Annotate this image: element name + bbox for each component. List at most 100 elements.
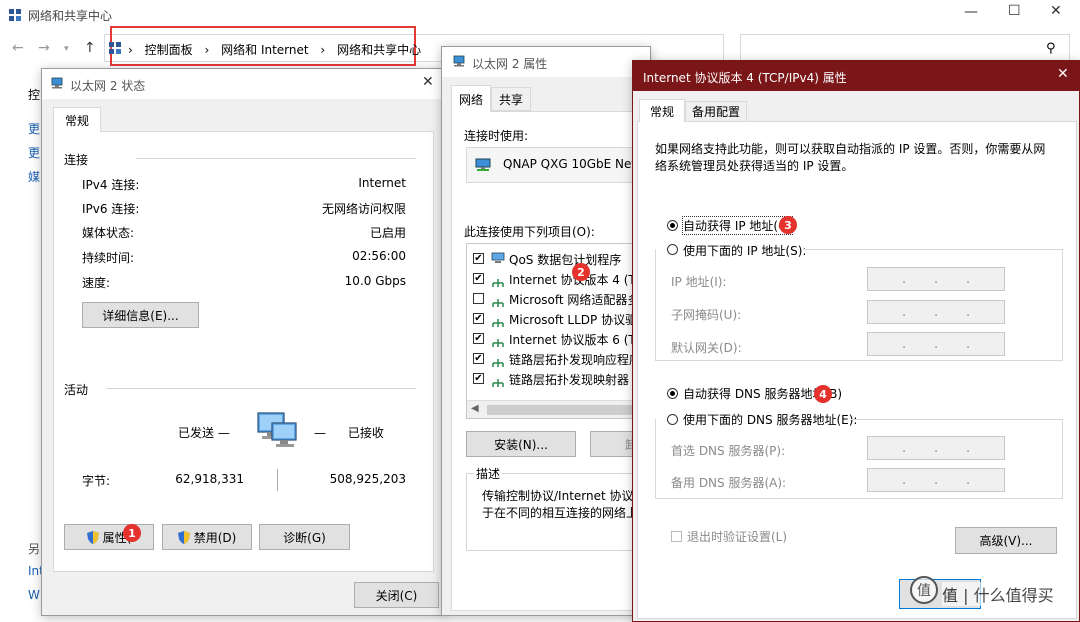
validate-label[interactable]: 退出时验证设置(L) <box>687 528 787 545</box>
item-checkbox[interactable]: ✔ <box>473 353 484 364</box>
install-button[interactable]: 安装(N)... <box>466 431 576 457</box>
advanced-button[interactable]: 高级(V)... <box>955 527 1057 554</box>
network-properties-icon <box>452 55 466 67</box>
gateway-field[interactable]: ... <box>867 332 1005 356</box>
alternate-dns-field[interactable]: ... <box>867 468 1005 492</box>
protocol-icon <box>491 376 505 387</box>
tab-sharing[interactable]: 共享 <box>491 87 531 111</box>
adapter-icon <box>475 158 491 172</box>
manual-ip-divider <box>803 249 1063 250</box>
list-item[interactable]: ✔ 链路层拓扑发现映射器 I/ <box>473 370 651 388</box>
items-label: 此连接使用下列项目(O): <box>464 225 595 239</box>
sent-label-text: 已发送 <box>178 426 215 440</box>
duration-value: 02:56:00 <box>352 249 406 263</box>
watermark-text: 值 | 什么值得买 <box>942 582 1054 606</box>
validate-checkbox[interactable] <box>671 531 682 542</box>
tab-alternate-config[interactable]: 备用配置 <box>685 101 747 122</box>
breadcrumb-item-network-internet[interactable]: 网络和 Internet <box>221 43 308 57</box>
item-label: Microsoft LLDP 协议驱 <box>509 313 638 327</box>
protocol-icon <box>491 316 505 327</box>
search-box[interactable] <box>740 34 1070 62</box>
close-button-label: 关闭(C) <box>375 588 418 603</box>
disable-button-label: 禁用(D) <box>193 530 237 545</box>
watermark-logo: 值 <box>910 576 938 604</box>
list-item[interactable]: ✔ Microsoft LLDP 协议驱 <box>473 310 651 328</box>
left-pane-fragment: 另 <box>28 542 41 556</box>
adapter-box: QNAP QXG 10GbE Netv <box>466 147 652 183</box>
status-dialog: 以太网 2 状态 ✕ 常规 连接 IPv4 连接: Internet IPv6 … <box>41 68 445 616</box>
minimize-button[interactable]: — <box>964 4 978 20</box>
breadcrumb-separator: › <box>320 43 326 57</box>
auto-ip-radio[interactable] <box>667 220 678 231</box>
protocol-icon <box>491 356 505 367</box>
subnet-mask-field[interactable]: ... <box>867 300 1005 324</box>
ipv4-titlebar: Internet 协议版本 4 (TCP/IPv4) 属性 ✕ <box>633 61 1079 91</box>
breadcrumb-separator: › <box>204 43 210 57</box>
item-checkbox[interactable]: ✔ <box>473 313 484 324</box>
back-button[interactable]: ← <box>12 40 24 56</box>
close-button[interactable]: 关闭(C) <box>354 582 439 608</box>
left-pane-fragment[interactable]: 更 <box>28 120 40 137</box>
ipv4-dialog-title: Internet 协议版本 4 (TCP/IPv4) 属性 <box>643 71 847 85</box>
shield-icon <box>86 530 99 544</box>
search-icon[interactable]: ⚲ <box>1046 41 1056 56</box>
list-item[interactable]: ✔ QoS 数据包计划程序 <box>473 250 651 268</box>
ip-address-field[interactable]: ... <box>867 267 1005 291</box>
properties-button[interactable]: 属性( <box>64 524 154 550</box>
ipv4-close-icon[interactable]: ✕ <box>1057 66 1069 82</box>
close-window-button[interactable]: ✕ <box>1050 3 1062 19</box>
adapter-name: QNAP QXG 10GbE Netv <box>503 157 644 171</box>
disable-button[interactable]: 禁用(D) <box>162 524 252 550</box>
item-checkbox[interactable] <box>473 293 484 304</box>
gateway-label: 默认网关(D): <box>671 341 742 355</box>
bytes-received-value: 508,925,203 <box>329 472 406 486</box>
preferred-dns-field[interactable]: ... <box>867 436 1005 460</box>
preferred-dns-label: 首选 DNS 服务器(P): <box>671 444 786 458</box>
recent-dropdown-icon[interactable]: ▾ <box>64 44 69 54</box>
list-item[interactable]: ✔ Internet 协议版本 4 (TC <box>473 270 651 288</box>
description-text-2: 于在不同的相互连接的网络上 <box>482 506 639 520</box>
step-badge-2: 2 <box>572 263 590 281</box>
horizontal-scrollbar[interactable]: ◀ <box>467 400 651 418</box>
activity-divider <box>106 388 416 389</box>
alternate-dns-label: 备用 DNS 服务器(A): <box>671 476 787 490</box>
subnet-mask-label: 子网掩码(U): <box>671 308 742 322</box>
tab-ipv4-general[interactable]: 常规 <box>639 99 685 122</box>
list-item[interactable]: Microsoft 网络适配器多 <box>473 290 651 308</box>
item-checkbox[interactable]: ✔ <box>473 273 484 284</box>
item-checkbox[interactable]: ✔ <box>473 253 484 264</box>
scroll-left-icon[interactable]: ◀ <box>471 403 479 414</box>
scroll-thumb[interactable] <box>487 405 637 415</box>
item-checkbox[interactable]: ✔ <box>473 333 484 344</box>
breadcrumb-item-control-panel[interactable]: 控制面板 <box>145 43 193 57</box>
up-button[interactable]: ↑ <box>84 40 96 56</box>
ipv6-value: 无网络访问权限 <box>321 202 406 216</box>
breadcrumb-item-network-sharing[interactable]: 网络和共享中心 <box>337 43 421 57</box>
tab-sharing-label: 共享 <box>498 92 523 107</box>
item-checkbox[interactable]: ✔ <box>473 373 484 384</box>
bytes-label: 字节: <box>82 474 111 488</box>
protocol-icon <box>491 276 505 287</box>
auto-dns-radio[interactable] <box>667 388 678 399</box>
list-item[interactable]: ✔ 链路层拓扑发现响应程序 <box>473 350 651 368</box>
tab-network-label: 网络 <box>458 92 483 107</box>
auto-ip-label[interactable]: 自动获得 IP 地址(O) <box>681 216 794 235</box>
tab-general-label: 常规 <box>64 113 89 128</box>
network-status-icon <box>50 77 64 89</box>
list-item[interactable]: ✔ Internet 协议版本 6 (TC <box>473 330 651 348</box>
details-button[interactable]: 详细信息(E)... <box>82 302 199 328</box>
left-pane-fragment[interactable]: 更 <box>28 144 40 161</box>
maximize-button[interactable]: ☐ <box>1008 3 1021 19</box>
tab-network[interactable]: 网络 <box>451 85 491 112</box>
tab-general[interactable]: 常规 <box>53 107 101 132</box>
properties-dialog-title: 以太网 2 属性 <box>472 57 548 71</box>
diagnose-button[interactable]: 诊断(G) <box>259 524 350 550</box>
forward-button[interactable]: → <box>38 40 50 56</box>
left-pane-fragment[interactable]: W <box>28 588 40 602</box>
status-close-icon[interactable]: ✕ <box>422 74 434 90</box>
breadcrumb: › 控制面板 › 网络和 Internet › 网络和共享中心 <box>128 41 421 58</box>
left-pane-fragment[interactable]: 控 <box>28 86 40 103</box>
left-pane-fragment[interactable]: 媒 <box>28 168 40 185</box>
shield-icon <box>177 530 190 544</box>
tab-alternate-config-label: 备用配置 <box>691 105 740 119</box>
